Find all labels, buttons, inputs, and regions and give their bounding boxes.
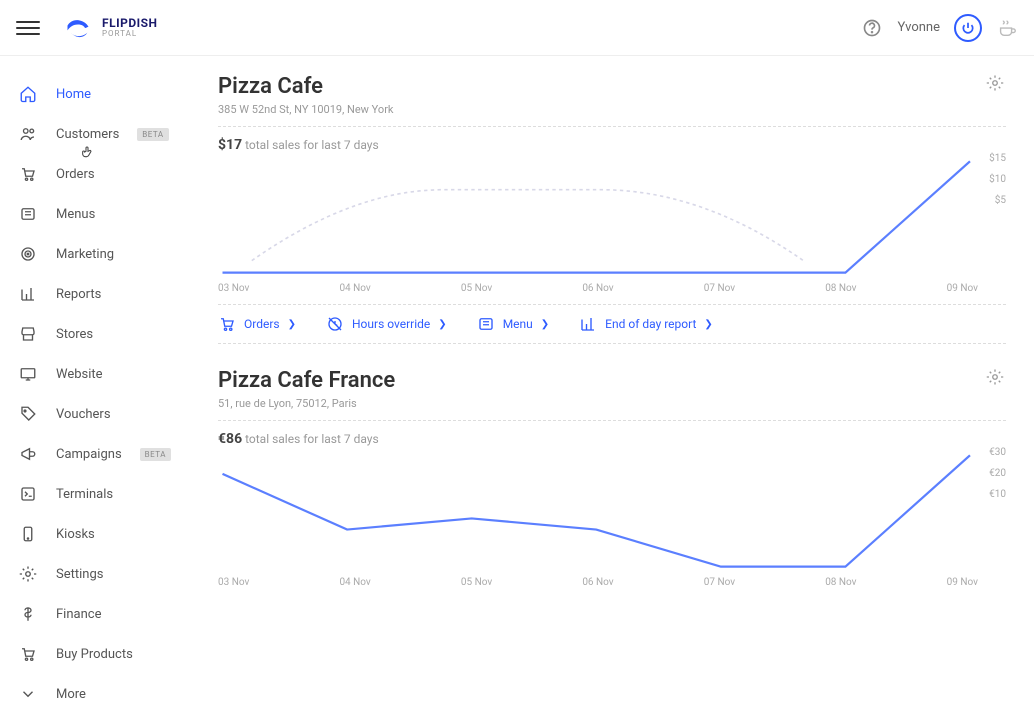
sidebar-item-label: Reports <box>56 287 101 302</box>
power-icon[interactable] <box>954 14 982 42</box>
sidebar-item-buy-products[interactable]: Buy Products <box>0 634 200 674</box>
megaphone-icon <box>18 444 38 464</box>
store-title: Pizza Cafe <box>218 74 394 99</box>
sidebar-item-marketing[interactable]: Marketing <box>0 234 200 274</box>
chevron-right-icon: ❯ <box>704 319 712 330</box>
gear-icon[interactable] <box>986 368 1006 388</box>
clock-off-icon <box>326 315 344 333</box>
brand-name: FLIPDISH <box>102 17 158 30</box>
quick-links: Orders ❯ Hours override ❯ Menu ❯ End o <box>218 304 1006 344</box>
chevron-right-icon: ❯ <box>541 319 549 330</box>
store-icon <box>18 324 38 344</box>
dollar-icon <box>18 604 38 624</box>
store-card: Pizza Cafe 385 W 52nd St, NY 10019, New … <box>218 74 1006 344</box>
marketing-icon <box>18 244 38 264</box>
terminal-icon <box>18 484 38 504</box>
sidebar-item-label: Home <box>56 87 91 102</box>
sales-summary: €86 total sales for last 7 days <box>218 431 1006 447</box>
sidebar-item-home[interactable]: Home <box>0 74 200 114</box>
quicklink-orders[interactable]: Orders ❯ <box>218 315 296 333</box>
chevron-right-icon: ❯ <box>288 319 296 330</box>
sidebar-item-label: Website <box>56 367 103 382</box>
quicklink-label: End of day report <box>605 317 696 331</box>
quicklink-hours override[interactable]: Hours override ❯ <box>326 315 447 333</box>
cart-icon <box>218 315 236 333</box>
gear-icon[interactable] <box>986 74 1006 94</box>
chart-x-labels: 03 Nov04 Nov05 Nov06 Nov07 Nov08 Nov09 N… <box>218 283 1006 294</box>
sidebar-item-label: Stores <box>56 327 93 342</box>
divider <box>218 126 1006 127</box>
sidebar-nav: Home Customers BETA Orders Menus Marketi… <box>0 56 200 674</box>
menu-icon <box>477 315 495 333</box>
quicklink-menu[interactable]: Menu ❯ <box>477 315 549 333</box>
flipdish-logo-icon <box>64 14 92 42</box>
beta-badge: BETA <box>140 448 171 461</box>
sidebar-item-label: Menus <box>56 207 95 222</box>
sidebar-item-orders[interactable]: Orders <box>0 154 200 194</box>
store-title: Pizza Cafe France <box>218 368 395 393</box>
sidebar-item-terminals[interactable]: Terminals <box>0 474 200 514</box>
brand-subtitle: PORTAL <box>102 30 158 39</box>
home-icon <box>18 84 38 104</box>
hamburger-menu-button[interactable] <box>16 16 40 40</box>
gear-icon <box>18 564 38 584</box>
sidebar-item-kiosks[interactable]: Kiosks <box>0 514 200 554</box>
store-address: 51, rue de Lyon, 75012, Paris <box>218 397 395 410</box>
sales-chart: $15$10$5 <box>218 157 1006 277</box>
beta-badge: BETA <box>137 128 168 141</box>
cart-icon <box>18 164 38 184</box>
sidebar-item-finance[interactable]: Finance <box>0 594 200 634</box>
divider <box>218 420 1006 421</box>
sidebar-item-reports[interactable]: Reports <box>0 274 200 314</box>
sidebar-item-label: Campaigns <box>56 447 122 462</box>
app-header: FLIPDISH PORTAL Yvonne <box>0 0 1034 56</box>
sidebar-item-label: Settings <box>56 567 103 582</box>
tablet-icon <box>18 524 38 544</box>
sidebar-item-more[interactable]: More <box>0 674 200 714</box>
brand-block: FLIPDISH PORTAL <box>64 14 158 42</box>
menu-icon <box>18 204 38 224</box>
store-address: 385 W 52nd St, NY 10019, New York <box>218 103 394 116</box>
help-icon[interactable] <box>861 17 883 39</box>
quicklink-end of day report[interactable]: End of day report ❯ <box>579 315 713 333</box>
sidebar-item-label: Customers <box>56 127 119 142</box>
sidebar-item-website[interactable]: Website <box>0 354 200 394</box>
sidebar-item-label: Buy Products <box>56 647 133 662</box>
store-card: Pizza Cafe France 51, rue de Lyon, 75012… <box>218 368 1006 588</box>
chart-icon <box>579 315 597 333</box>
quicklink-label: Hours override <box>352 317 430 331</box>
sidebar-item-label: More <box>56 687 86 702</box>
sidebar-item-label: Marketing <box>56 247 114 262</box>
chart-x-labels: 03 Nov04 Nov05 Nov06 Nov07 Nov08 Nov09 N… <box>218 577 1006 588</box>
main-content: Pizza Cafe 385 W 52nd St, NY 10019, New … <box>200 56 1034 674</box>
sidebar-item-customers[interactable]: Customers BETA <box>0 114 200 154</box>
sidebar-item-label: Terminals <box>56 487 113 502</box>
sidebar-item-label: Kiosks <box>56 527 95 542</box>
sidebar-item-label: Orders <box>56 167 95 182</box>
coffee-icon[interactable] <box>996 17 1018 39</box>
chart-icon <box>18 284 38 304</box>
sidebar-item-campaigns[interactable]: Campaigns BETA <box>0 434 200 474</box>
chart-y-labels: €30€20€10 <box>989 447 1006 500</box>
user-name[interactable]: Yvonne <box>897 20 940 35</box>
sales-summary: $17 total sales for last 7 days <box>218 137 1006 153</box>
cart2-icon <box>18 644 38 664</box>
chevron-right-icon: ❯ <box>438 319 446 330</box>
users-icon <box>18 124 38 144</box>
sales-chart: €30€20€10 <box>218 451 1006 571</box>
tag-icon <box>18 404 38 424</box>
sidebar-item-stores[interactable]: Stores <box>0 314 200 354</box>
sidebar-item-label: Vouchers <box>56 407 111 422</box>
sidebar-item-menus[interactable]: Menus <box>0 194 200 234</box>
desktop-icon <box>18 364 38 384</box>
quicklink-label: Menu <box>503 317 533 331</box>
sidebar-item-settings[interactable]: Settings <box>0 554 200 594</box>
sidebar-item-label: Finance <box>56 607 101 622</box>
more-icon <box>18 684 38 704</box>
sidebar-item-vouchers[interactable]: Vouchers <box>0 394 200 434</box>
chart-y-labels: $15$10$5 <box>989 153 1006 206</box>
quicklink-label: Orders <box>244 317 280 331</box>
